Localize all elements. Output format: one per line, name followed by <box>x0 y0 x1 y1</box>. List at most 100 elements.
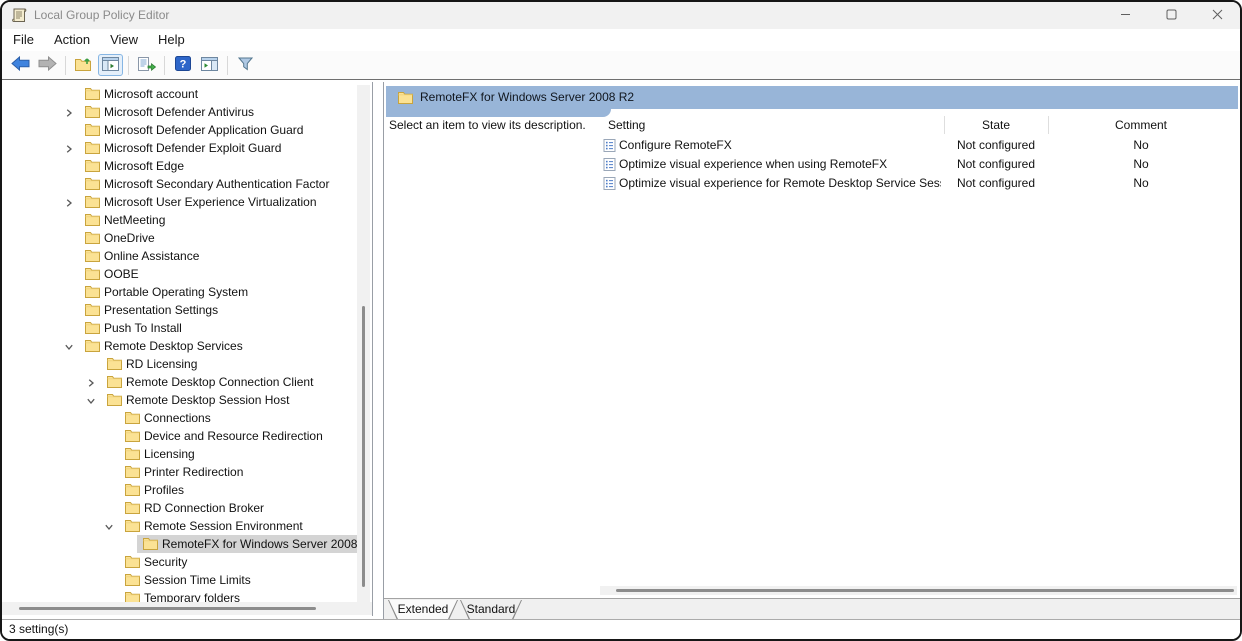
tree-item[interactable]: RD Licensing <box>2 355 357 373</box>
folder-icon <box>85 195 100 208</box>
tree-item-label: Session Time Limits <box>144 573 251 587</box>
column-header-setting[interactable]: Setting <box>608 117 645 134</box>
list-horizontal-scrollbar[interactable] <box>600 586 1237 595</box>
filter-icon <box>237 57 254 74</box>
tree-vertical-scrollbar[interactable] <box>357 85 370 602</box>
close-button[interactable] <box>1194 2 1240 29</box>
tab-standard[interactable]: Standard <box>460 600 522 620</box>
folder-icon <box>85 267 100 280</box>
tree-item[interactable]: Security <box>2 553 357 571</box>
tree-item[interactable]: Online Assistance <box>2 247 357 265</box>
setting-state: Not configured <box>956 138 1036 152</box>
title-bar: Local Group Policy Editor <box>2 2 1240 29</box>
selected-node-title: RemoteFX for Windows Server 2008 R2 <box>420 90 635 104</box>
tree-item[interactable]: Remote Desktop Services <box>2 337 357 355</box>
horizontal-scrollbar-thumb[interactable] <box>616 589 1234 592</box>
menu-action[interactable]: Action <box>44 29 100 51</box>
tree-item[interactable]: RD Connection Broker <box>2 499 357 517</box>
tree-item[interactable]: Microsoft account <box>2 85 357 103</box>
tree-item[interactable]: Microsoft Defender Exploit Guard <box>2 139 357 157</box>
chevron-right-icon[interactable] <box>64 143 74 153</box>
chevron-right-icon[interactable] <box>64 107 74 117</box>
setting-name[interactable]: Optimize visual experience for Remote De… <box>619 174 941 193</box>
column-header-state[interactable]: State <box>944 117 1048 134</box>
tree-item[interactable]: Microsoft Defender Application Guard <box>2 121 357 139</box>
tab-extended[interactable]: Extended <box>388 600 458 620</box>
folder-icon <box>125 555 140 568</box>
folder-icon <box>125 429 140 442</box>
chevron-right-icon[interactable] <box>86 377 96 387</box>
tab-label: Extended <box>397 602 449 616</box>
minimize-button[interactable] <box>1102 2 1148 29</box>
column-header-comment[interactable]: Comment <box>1048 117 1234 134</box>
maximize-button[interactable] <box>1148 2 1194 29</box>
tree-item[interactable]: NetMeeting <box>2 211 357 229</box>
forward-arrow-icon <box>38 55 57 74</box>
tree-item-label: Remote Session Environment <box>144 519 303 533</box>
export-list-button[interactable] <box>134 54 159 76</box>
tree-item[interactable]: OneDrive <box>2 229 357 247</box>
toolbar: ? <box>2 51 1240 79</box>
tree-item[interactable]: Microsoft Edge <box>2 157 357 175</box>
tree-item[interactable]: Connections <box>2 409 357 427</box>
folder-icon <box>107 393 122 406</box>
console-tree-button[interactable] <box>98 54 123 76</box>
setting-name[interactable]: Configure RemoteFX <box>619 136 732 155</box>
action-pane-button[interactable] <box>197 54 222 76</box>
tree-item[interactable]: Licensing <box>2 445 357 463</box>
help-button[interactable]: ? <box>170 54 195 76</box>
chevron-down-icon[interactable] <box>64 341 74 351</box>
tree-item[interactable]: Remote Session Environment <box>2 517 357 535</box>
tree-item[interactable]: Remote Desktop Session Host <box>2 391 357 409</box>
tree-item[interactable]: Temporary folders <box>2 589 357 602</box>
tree-item[interactable]: Presentation Settings <box>2 301 357 319</box>
tree-item[interactable]: Portable Operating System <box>2 283 357 301</box>
setting-row[interactable]: Optimize visual experience when using Re… <box>384 155 1238 174</box>
tree-item[interactable]: Push To Install <box>2 319 357 337</box>
toolbar-separator <box>65 55 66 75</box>
chevron-right-icon[interactable] <box>64 197 74 207</box>
chevron-down-icon[interactable] <box>104 521 114 531</box>
tree-item-label: Remote Desktop Session Host <box>126 393 290 407</box>
menu-help[interactable]: Help <box>148 29 195 51</box>
up-folder-icon <box>74 56 93 74</box>
setting-name[interactable]: Optimize visual experience when using Re… <box>619 155 887 174</box>
up-folder-button[interactable] <box>71 54 96 76</box>
chevron-down-icon[interactable] <box>86 395 96 405</box>
tree-item[interactable]: Microsoft Secondary Authentication Facto… <box>2 175 357 193</box>
tree-item-label: RemoteFX for Windows Server 2008 R2 <box>162 537 357 551</box>
folder-icon <box>125 573 140 586</box>
menu-view[interactable]: View <box>100 29 148 51</box>
tree-horizontal-scrollbar[interactable] <box>2 602 372 615</box>
tree-item[interactable]: Profiles <box>2 481 357 499</box>
horizontal-scrollbar-thumb[interactable] <box>19 607 316 610</box>
tree-item-label: Licensing <box>144 447 195 461</box>
tree-item-label: Microsoft account <box>104 87 199 101</box>
window-title: Local Group Policy Editor <box>34 8 170 22</box>
back-arrow-button[interactable] <box>8 54 33 76</box>
setting-state: Not configured <box>956 176 1036 190</box>
tree-item[interactable]: Printer Redirection <box>2 463 357 481</box>
help-icon: ? <box>174 56 191 74</box>
filter-button[interactable] <box>233 54 258 76</box>
setting-row[interactable]: Configure RemoteFX Not configured No <box>384 136 1238 155</box>
app-window: Local Group Policy Editor File Action View… <box>0 0 1242 641</box>
tree-item[interactable]: Microsoft User Experience Virtualization <box>2 193 357 211</box>
tree-item[interactable]: Remote Desktop Connection Client <box>2 373 357 391</box>
selected-node-header: RemoteFX for Windows Server 2008 R2 <box>386 86 1238 109</box>
tree-item[interactable]: RemoteFX for Windows Server 2008 R2 <box>2 535 357 553</box>
folder-icon <box>85 231 100 244</box>
tree-item[interactable]: Microsoft Defender Antivirus <box>2 103 357 121</box>
back-arrow-icon <box>11 55 30 74</box>
close-icon <box>1212 9 1223 23</box>
tree-item[interactable]: Device and Resource Redirection <box>2 427 357 445</box>
tree-item[interactable]: Session Time Limits <box>2 571 357 589</box>
minimize-icon <box>1120 9 1131 23</box>
setting-row[interactable]: Optimize visual experience for Remote De… <box>384 174 1238 193</box>
folder-icon <box>398 91 413 104</box>
menu-file[interactable]: File <box>3 29 44 51</box>
folder-icon <box>143 537 158 550</box>
forward-arrow-button[interactable] <box>35 54 60 76</box>
tree-item[interactable]: OOBE <box>2 265 357 283</box>
vertical-scrollbar-thumb[interactable] <box>362 306 365 587</box>
